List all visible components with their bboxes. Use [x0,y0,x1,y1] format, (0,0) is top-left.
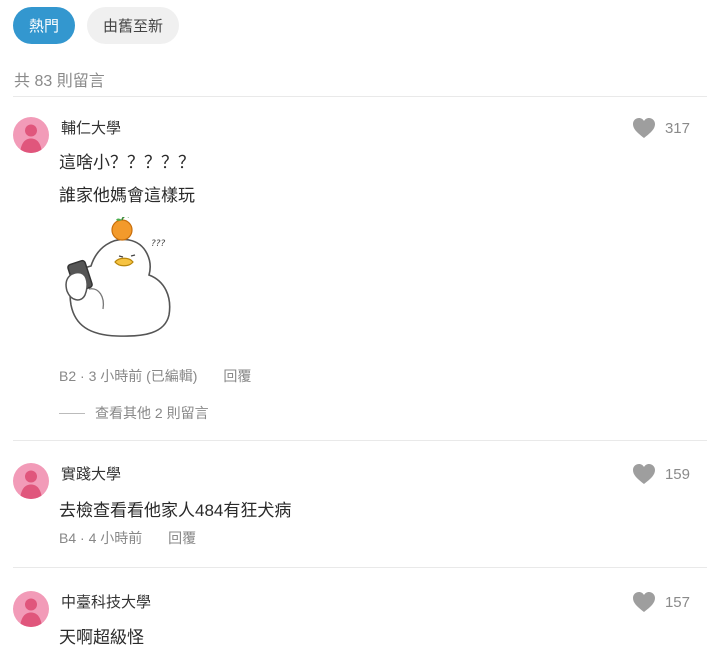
comment-item: 實踐大學 去檢查看看他家人484有狂犬病 B4 · 4 小時前 回覆 159 [13,463,707,553]
comment-text-line: 去檢查看看他家人484有狂犬病 [59,501,292,520]
comment-text-line: 誰家他媽會這樣玩 [59,186,195,205]
divider [13,96,707,97]
comment-item: 輔仁大學 這啥小？？？？？ 誰家他媽會這樣玩 ??? B2 · 3 小時前 (已… [13,117,707,427]
duck-sticker-image: ??? [59,215,189,347]
school-name[interactable]: 實踐大學 [61,463,121,484]
heart-icon [632,592,655,612]
comment-text-line: 這啥小？？？？？ [59,153,195,172]
sort-tabs: 熱門 由舊至新 [13,7,180,44]
floor-number: B4 [59,530,77,546]
comment-meta: B2 · 3 小時前 (已編輯) 回覆 [59,368,252,384]
school-name[interactable]: 輔仁大學 [61,117,121,138]
school-name[interactable]: 中臺科技大學 [61,591,151,612]
heart-icon [632,464,655,484]
comment-time: 4 小時前 [88,530,143,546]
heart-icon [632,118,655,138]
comment-meta: B4 · 4 小時前 回覆 [59,530,197,546]
reply-button[interactable]: 回覆 [168,530,196,546]
comment-time: 3 小時前 (已編輯) [88,368,198,384]
like-button[interactable]: 317 [632,117,690,139]
like-button[interactable]: 157 [632,591,690,613]
user-silhouette-icon [20,470,42,499]
avatar[interactable] [13,591,49,627]
sticker-question-marks: ??? [151,239,166,249]
like-count: 157 [664,593,690,611]
comment-item: 中臺科技大學 天啊超級怪 157 [13,591,707,654]
floor-number: B2 [59,368,77,384]
comment-section: 熱門 由舊至新 共 83 則留言 輔仁大學 這啥小？？？？？ 誰家他媽會這樣玩 [0,0,714,654]
comment-count: 共 83 則留言 [14,73,105,90]
avatar[interactable] [13,117,49,153]
user-silhouette-icon [20,124,42,153]
like-count: 159 [664,465,690,483]
like-button[interactable]: 159 [632,463,690,485]
reply-button[interactable]: 回覆 [223,368,251,384]
avatar[interactable] [13,463,49,499]
view-more-label: 查看其他 2 則留言 [95,405,209,421]
divider [13,567,707,568]
divider-dash [59,412,85,414]
divider [13,440,707,441]
view-more-replies-link[interactable]: 查看其他 2 則留言 [59,403,209,423]
tab-oldest[interactable]: 由舊至新 [87,7,180,44]
comment-text-line: 天啊超級怪 [59,628,144,647]
tab-hot[interactable]: 熱門 [13,7,76,44]
user-silhouette-icon [20,598,42,627]
like-count: 317 [664,119,690,137]
